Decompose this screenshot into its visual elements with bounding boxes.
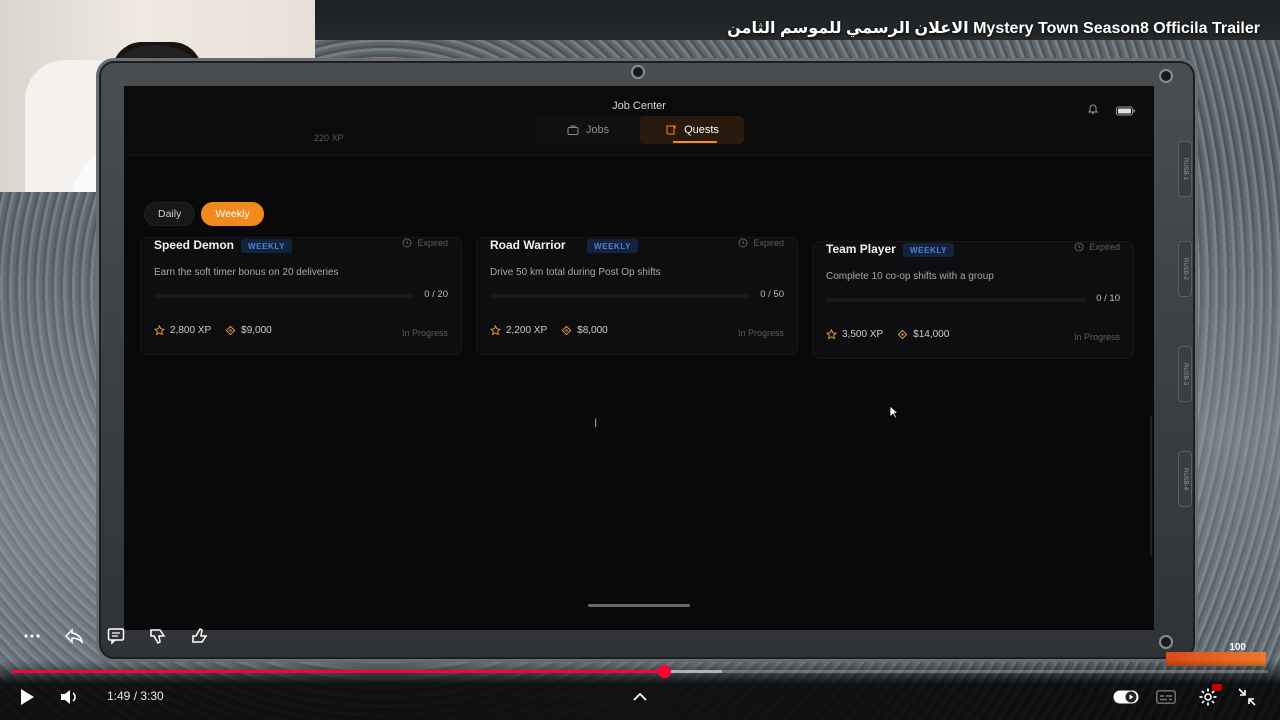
progress-count: 0 / 20 — [424, 289, 448, 300]
star-icon — [490, 325, 501, 336]
status-expired: Expired — [1074, 242, 1120, 252]
xp-reward: 2,200 XP — [490, 325, 547, 336]
time-display: 1:49 / 3:30 — [107, 689, 164, 703]
tab-quests[interactable]: Quests — [640, 116, 744, 144]
money-value: $9,000 — [241, 325, 272, 336]
rewards: 2,200 XP $8,000 — [490, 325, 608, 336]
status-label: Expired — [753, 238, 784, 248]
star-icon — [826, 329, 837, 340]
tab-jobs-label: Jobs — [585, 124, 610, 136]
money-reward: $8,000 — [561, 325, 608, 336]
quest-description: Drive 50 km total during Post Op shifts — [490, 267, 661, 278]
status-expired: Expired — [738, 238, 784, 248]
xp-reward: 2,800 XP — [154, 325, 211, 336]
progress-count: 0 / 10 — [1096, 293, 1120, 304]
money-reward: $9,000 — [225, 325, 272, 336]
filter-row: Daily Weekly — [144, 202, 264, 226]
star-icon — [154, 325, 165, 336]
quest-card[interactable]: Team Player WEEKLY Expired Complete 10 c… — [812, 241, 1134, 359]
clock-icon — [402, 238, 412, 248]
exit-fullscreen-icon[interactable] — [1236, 686, 1258, 708]
settings-gear-icon[interactable] — [1196, 684, 1222, 709]
seek-handle[interactable] — [657, 665, 671, 678]
weekly-badge: WEEKLY — [587, 239, 639, 253]
side-tab-1: RUSB-1 — [1178, 141, 1192, 197]
rewards: 3,500 XP $14,000 — [826, 329, 949, 340]
progress-count: 0 / 50 — [760, 289, 784, 300]
xp-reward: 3,500 XP — [826, 329, 883, 340]
camera-bolt — [631, 65, 645, 79]
diamond-icon — [897, 329, 908, 340]
money-value: $8,000 — [577, 325, 608, 336]
xp-value: 2,800 XP — [170, 325, 212, 336]
money-value: $14,000 — [913, 329, 950, 340]
side-tab-3: RUSB-3 — [1178, 346, 1192, 402]
mouse-pointer-icon — [889, 405, 900, 424]
weekly-badge: WEEKLY — [903, 243, 955, 257]
diamond-icon — [561, 325, 572, 336]
play-icon[interactable] — [16, 686, 38, 708]
quest-title: Road Warrior — [490, 238, 566, 252]
xp-value: 2,200 XP — [506, 325, 548, 336]
progress-bar — [826, 298, 1086, 302]
captions-icon[interactable] — [1155, 688, 1177, 706]
progress-bar — [490, 294, 750, 298]
quest-title: Speed Demon — [154, 238, 235, 252]
seek-bar[interactable] — [12, 665, 1268, 678]
briefcase-icon — [567, 125, 579, 135]
corner-bolt — [1159, 69, 1173, 83]
progress-bar — [154, 294, 414, 298]
corner-bolt — [1159, 635, 1173, 649]
like-icon[interactable] — [188, 624, 212, 648]
home-indicator[interactable] — [588, 604, 690, 607]
quest-state: In Progress — [401, 328, 448, 338]
scroll-icon — [666, 125, 676, 135]
status-label: Expired — [417, 238, 448, 248]
chevron-up-icon[interactable] — [630, 688, 650, 706]
xp-value: 3,500 XP — [842, 329, 884, 340]
money-reward: $14,000 — [897, 329, 949, 340]
quest-description: Complete 10 co-op shifts with a group — [826, 271, 994, 282]
dislike-icon[interactable] — [146, 624, 170, 648]
quest-card[interactable]: Road Warrior WEEKLY Expired Drive 50 km … — [476, 237, 798, 355]
tablet-screen: Job Center 220 XP Jobs Quests Daily Week… — [124, 86, 1154, 630]
quest-state: In Progress — [1073, 332, 1120, 342]
side-tab-2: RUSB-2 — [1178, 241, 1192, 297]
more-icon[interactable] — [20, 624, 44, 648]
app-title: Job Center — [612, 100, 666, 112]
video-title[interactable]: الاعلان الرسمي للموسم الثامن Mystery Tow… — [727, 18, 1260, 38]
status-label: Expired — [1089, 242, 1120, 252]
tab-bar: Jobs Quests — [536, 116, 744, 144]
quest-card[interactable]: Speed Demon WEEKLY Expired Earn the soft… — [140, 237, 462, 355]
volume-icon[interactable] — [58, 686, 80, 708]
scrollbar[interactable] — [1150, 416, 1152, 556]
app-header: Job Center 220 XP Jobs Quests — [124, 86, 1154, 156]
autoplay-toggle-icon[interactable] — [1112, 688, 1140, 706]
quest-title: Team Player — [826, 242, 896, 256]
status-expired: Expired — [402, 238, 448, 248]
rewards: 2,800 XP $9,000 — [154, 325, 272, 336]
clock-icon — [1074, 242, 1084, 252]
quest-description: Earn the soft timer bonus on 20 deliveri… — [154, 267, 339, 278]
text-cursor-icon: I — [594, 416, 598, 430]
diamond-icon — [225, 325, 236, 336]
hd-badge — [1212, 684, 1222, 691]
clock-icon — [738, 238, 748, 248]
tab-jobs[interactable]: Jobs — [536, 116, 640, 144]
comment-icon[interactable] — [104, 624, 128, 648]
share-icon[interactable] — [62, 624, 86, 648]
bell-icon[interactable] — [1087, 102, 1099, 120]
filter-weekly[interactable]: Weekly — [201, 202, 264, 226]
quest-state: In Progress — [737, 328, 784, 338]
filter-daily[interactable]: Daily — [144, 202, 196, 226]
tab-quests-label: Quests — [684, 124, 719, 136]
xp-total: 220 XP — [314, 133, 344, 143]
weekly-badge: WEEKLY — [241, 239, 293, 253]
side-tab-4: RUSB-4 — [1178, 451, 1192, 507]
played-bar — [12, 670, 664, 673]
battery-icon — [1116, 103, 1136, 121]
overlay-actions — [20, 624, 212, 648]
